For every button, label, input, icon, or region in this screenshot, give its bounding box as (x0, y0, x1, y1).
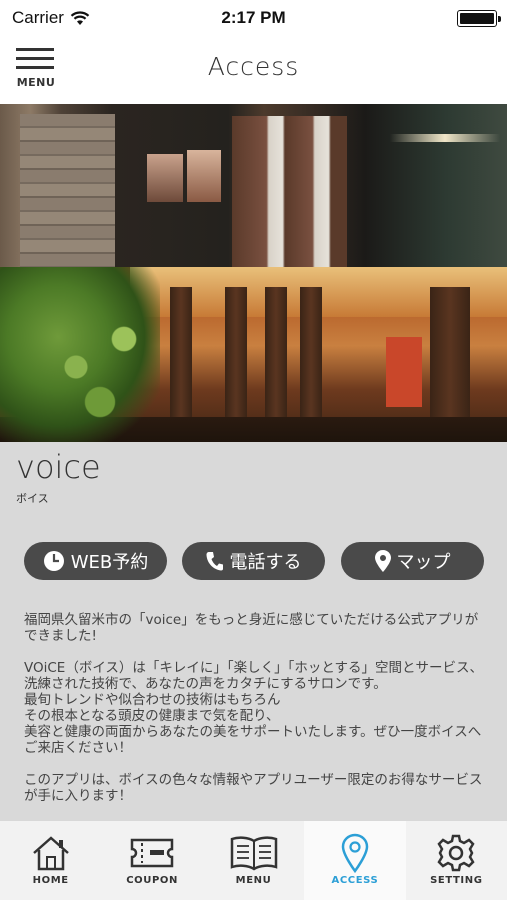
tab-menu-label: MENU (235, 875, 272, 886)
map-pin-icon (341, 833, 369, 873)
tab-home-label: HOME (32, 875, 69, 886)
action-buttons: WEB予約 電話する マップ (24, 542, 484, 580)
tab-setting-label: SETTING (430, 875, 483, 886)
tab-access-label: ACCESS (331, 875, 379, 886)
tab-bar: HOME COUPON MENU ACCESS SETTING (0, 820, 507, 900)
home-icon (32, 836, 69, 871)
book-icon (230, 836, 277, 871)
phone-icon (206, 552, 223, 571)
clock: 2:17 PM (221, 8, 286, 27)
status-bar: Carrier 2:17 PM (0, 0, 507, 36)
shop-name-kana: ボイス (16, 492, 49, 505)
web-reservation-label: WEB予約 (70, 552, 149, 573)
call-button[interactable]: 電話する (182, 542, 325, 580)
shop-description: 福岡県久留米市の「voice」をもっと身近に感じていただける公式アプリができまし… (24, 612, 486, 820)
call-label: 電話する (229, 552, 302, 573)
map-label: マップ (396, 552, 451, 573)
tab-coupon-label: COUPON (126, 875, 178, 886)
shop-name: voice (16, 448, 101, 486)
salon-interior-photo (0, 267, 507, 442)
page-title: Access (207, 52, 300, 81)
map-button[interactable]: マップ (341, 542, 484, 580)
description-paragraph: 福岡県久留米市の「voice」をもっと身近に感じていただける公式アプリができまし… (24, 612, 479, 644)
coupon-ticket-icon (130, 838, 174, 868)
storefront-photo (0, 104, 507, 267)
description-paragraph: このアプリは、ボイスの色々な情報やアプリユーザー限定のお得なサービスが手に入りま… (24, 772, 483, 804)
tab-setting[interactable]: SETTING (406, 821, 507, 900)
tab-coupon[interactable]: COUPON (101, 821, 202, 900)
gear-icon (437, 834, 475, 872)
clock-icon (43, 551, 64, 571)
tab-menu[interactable]: MENU (203, 821, 304, 900)
map-pin-icon (374, 550, 391, 572)
nav-bar: MENU Access (0, 36, 507, 104)
tab-home[interactable]: HOME (0, 821, 101, 900)
description-paragraph: VOiCE（ボイス）は「キレイに」「楽しく」「ホッとする」空間とサービス、 洗練… (24, 660, 484, 756)
tab-access[interactable]: ACCESS (304, 821, 406, 900)
battery-icon (457, 10, 501, 27)
web-reservation-button[interactable]: WEB予約 (24, 542, 167, 580)
